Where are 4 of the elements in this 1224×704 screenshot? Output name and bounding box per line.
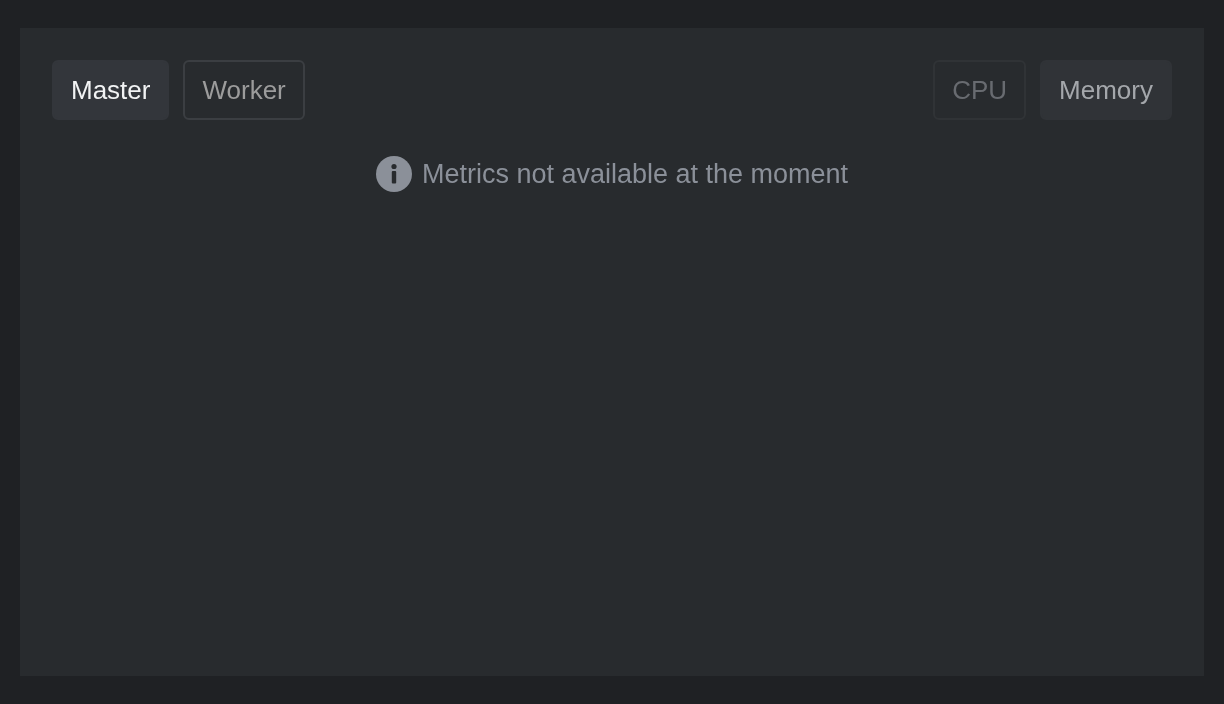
status-message: Metrics not available at the moment — [421, 158, 849, 190]
tab[interactable]: Worker — [183, 60, 305, 120]
info-icon — [375, 156, 412, 192]
tab[interactable]: Master — [52, 60, 170, 120]
